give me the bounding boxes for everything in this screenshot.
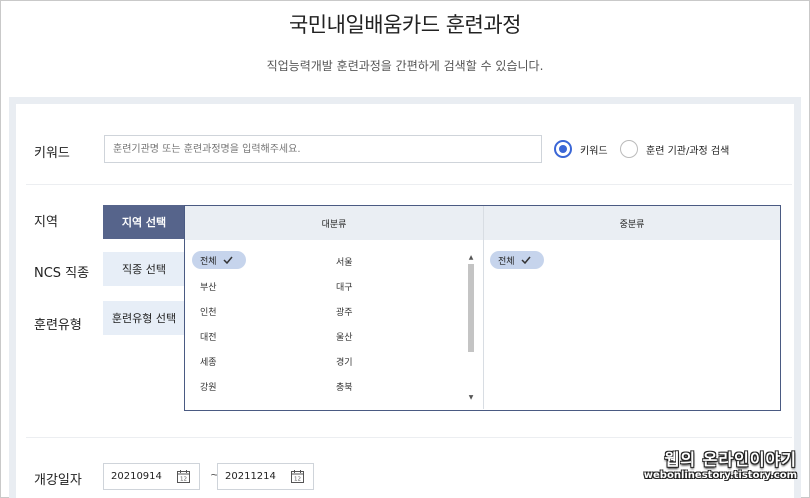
page-subtitle: 직업능력개발 훈련과정을 간편하게 검색할 수 있습니다. [266,59,544,73]
region-item-seoul[interactable]: 서울 [336,255,353,268]
divider [26,184,792,185]
calendar-icon[interactable]: 12 [291,470,304,483]
watermark-title: 웹의 온라인이야기 [664,450,797,469]
keyword-search-input[interactable] [104,135,542,163]
training-type-select-button[interactable]: 훈련유형 선택 [103,301,185,335]
region-picker: 대분류 중분류 전체 서울 부산 대구 인천 광주 대전 울산 세종 경기 강원… [184,205,781,411]
svg-text:12: 12 [180,477,187,483]
region-chip-all[interactable]: 전체 [192,251,246,269]
region-item-gangwon[interactable]: 강원 [200,380,217,393]
training-type-label: 훈련유형 [34,318,82,333]
region-item-sejong[interactable]: 세종 [200,355,217,368]
watermark-url: webonlinestory.tistory.com [643,470,797,481]
minor-chip-all[interactable]: 전체 [490,251,544,269]
region-select-button[interactable]: 지역 선택 [103,205,185,239]
scroll-down-arrow-icon[interactable]: ▼ [467,394,475,402]
radio-keyword-label: 키워드 [580,145,608,157]
start-date-label: 개강일자 [34,473,82,488]
scroll-up-arrow-icon[interactable]: ▲ [467,254,475,262]
check-icon [521,256,531,264]
region-item-busan[interactable]: 부산 [200,280,217,293]
start-date-input[interactable]: 20210914 12 [103,463,200,490]
column-separator [483,206,484,409]
region-item-gyeonggi[interactable]: 경기 [336,355,353,368]
radio-keyword[interactable]: 키워드 [554,140,608,158]
end-date-value: 20211214 [225,471,276,482]
keyword-label: 키워드 [34,146,70,161]
ncs-label: NCS 직종 [34,266,90,281]
minor-category-header: 중분류 [484,206,780,240]
major-category-header: 대분류 [185,206,483,240]
region-item-chungbuk[interactable]: 충북 [336,380,353,393]
minor-chip-all-label: 전체 [498,256,515,267]
region-label: 지역 [34,215,58,230]
region-item-daegu[interactable]: 대구 [336,280,353,293]
region-item-incheon[interactable]: 인천 [200,305,217,318]
start-date-value: 20210914 [111,471,162,482]
radio-keyword-indicator[interactable] [554,140,572,158]
radio-institution-course-indicator[interactable] [620,140,638,158]
region-item-gwangju[interactable]: 광주 [336,305,353,318]
ncs-select-button[interactable]: 직종 선택 [103,252,185,286]
calendar-icon[interactable]: 12 [177,470,190,483]
end-date-input[interactable]: 20211214 12 [217,463,314,490]
major-list-scrollbar[interactable]: ▲ ▼ [467,254,475,402]
radio-institution-course[interactable]: 훈련 기관/과정 검색 [620,140,729,158]
region-item-daejeon[interactable]: 대전 [200,330,217,343]
scroll-thumb[interactable] [468,264,474,352]
radio-institution-course-label: 훈련 기관/과정 검색 [646,145,730,157]
region-item-ulsan[interactable]: 울산 [336,330,353,343]
watermark: 웹의 온라인이야기 webonlinestory.tistory.com [637,446,797,481]
svg-text:12: 12 [294,477,301,483]
region-chip-all-label: 전체 [200,256,217,267]
search-panel: 키워드 키워드 훈련 기관/과정 검색 지역 지역 선택 NCS 직종 직종 선… [9,97,801,498]
check-icon [223,256,233,264]
divider [26,437,792,438]
page-title: 국민내일배움카드 훈련과정 [288,13,522,37]
